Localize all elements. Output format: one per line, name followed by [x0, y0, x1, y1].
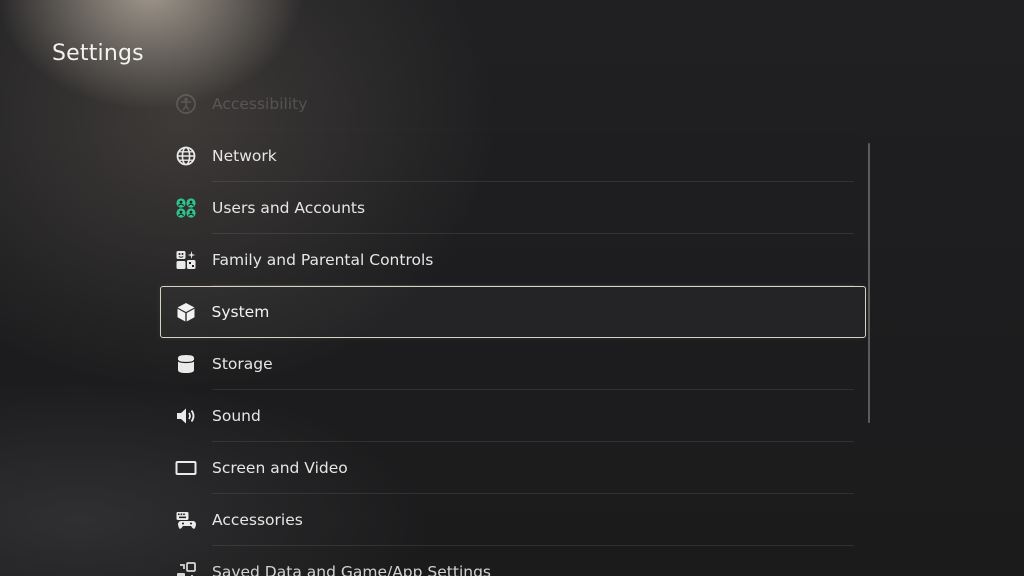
- accessories-icon: [175, 509, 197, 531]
- speaker-icon: [175, 405, 197, 427]
- settings-item-label: Users and Accounts: [212, 199, 366, 217]
- settings-item-family-and-parental-controls[interactable]: Family and Parental Controls: [160, 234, 866, 286]
- settings-item-users-and-accounts[interactable]: Users and Accounts: [160, 182, 866, 234]
- settings-item-label: Accessories: [212, 511, 303, 529]
- accessibility-icon: [175, 93, 197, 115]
- cube-icon: [175, 301, 197, 323]
- settings-screen: Settings Accessibility Network Users and…: [0, 0, 1024, 576]
- settings-item-storage[interactable]: Storage: [160, 338, 866, 390]
- settings-item-label: System: [211, 302, 270, 321]
- settings-item-network[interactable]: Network: [160, 130, 866, 182]
- settings-item-label: Network: [212, 147, 277, 165]
- settings-item-saved-data[interactable]: Saved Data and Game/App Settings: [160, 546, 866, 576]
- saved-data-icon: [175, 561, 197, 576]
- storage-icon: [175, 353, 197, 375]
- settings-item-label: Accessibility: [212, 95, 308, 113]
- page-title: Settings: [52, 41, 144, 66]
- settings-item-label: Saved Data and Game/App Settings: [212, 563, 491, 576]
- settings-item-system[interactable]: System: [160, 286, 866, 338]
- screen-icon: [175, 457, 197, 479]
- settings-item-label: Family and Parental Controls: [212, 251, 434, 269]
- users-accounts-icon: [175, 197, 197, 219]
- settings-item-accessories[interactable]: Accessories: [160, 494, 866, 546]
- settings-item-accessibility[interactable]: Accessibility: [160, 78, 866, 130]
- settings-item-sound[interactable]: Sound: [160, 390, 866, 442]
- globe-icon: [175, 145, 197, 167]
- scrollbar[interactable]: [868, 143, 870, 423]
- family-icon: [175, 249, 197, 271]
- settings-item-screen-and-video[interactable]: Screen and Video: [160, 442, 866, 494]
- settings-item-label: Sound: [212, 407, 261, 425]
- settings-item-label: Storage: [212, 355, 273, 373]
- settings-item-label: Screen and Video: [212, 459, 348, 477]
